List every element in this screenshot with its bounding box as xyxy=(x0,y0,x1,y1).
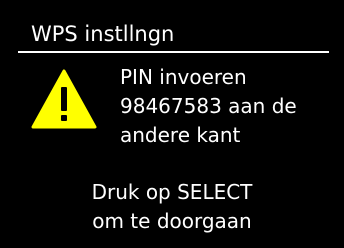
pin-message: PIN invoeren 98467583 aan de andere kant xyxy=(120,63,297,150)
pin-message-line: andere kant xyxy=(120,123,241,147)
select-prompt-line: om te doorgaan xyxy=(92,209,252,233)
pin-message-line: 98467583 aan de xyxy=(120,94,297,118)
pin-message-line: PIN invoeren xyxy=(120,65,247,89)
screen-title: WPS instllngn xyxy=(31,22,175,46)
select-prompt-line: Druk op SELECT xyxy=(91,180,253,204)
warning-icon xyxy=(31,69,97,129)
title-divider xyxy=(18,51,329,53)
select-prompt: Druk op SELECT om te doorgaan xyxy=(72,178,272,236)
wps-settings-screen: WPS instllngn PIN invoeren 98467583 aan … xyxy=(0,0,344,248)
